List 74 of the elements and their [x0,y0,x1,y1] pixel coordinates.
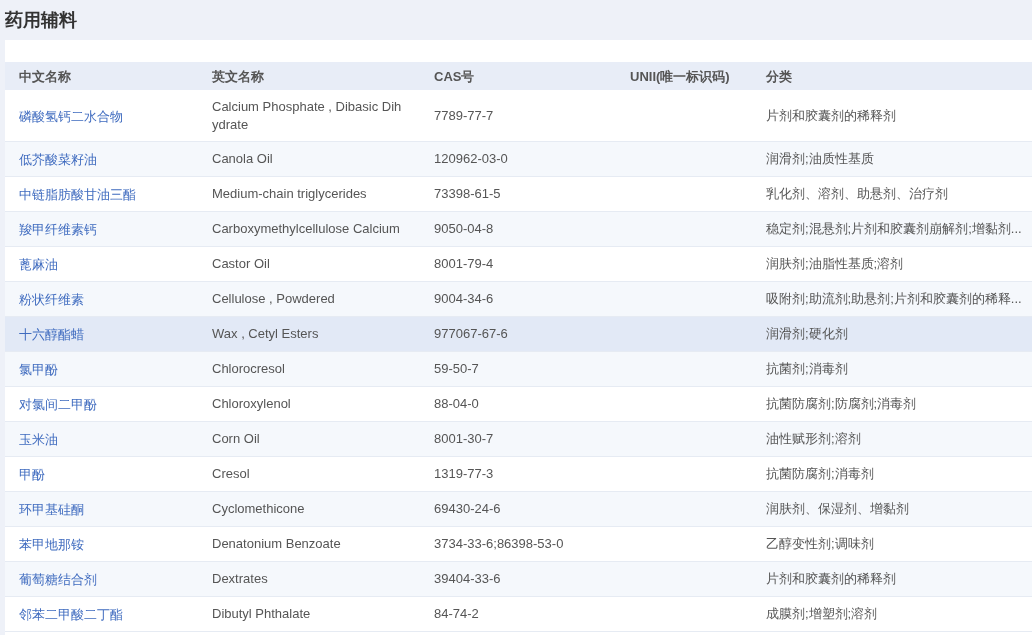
name-link[interactable]: 蓖麻油 [19,257,58,272]
table-cell-text: 8001-30-7 [434,430,495,448]
name-link[interactable]: 环甲基硅酮 [19,502,84,517]
table-cell-text: 乙醇变性剂;调味剂 [766,535,875,553]
table-row[interactable]: 环甲基硅酮 Cyclomethicone 69430-24-6 润肤剂、保湿剂、增黏剂 [5,492,1032,527]
table-cell-text: 吸附剂;助流剂;助悬剂;片剂和胶囊剂的稀释... [766,290,1023,308]
name-link[interactable]: 葡萄糖结合剂 [19,572,97,587]
table-cell-text: Corn Oil [212,430,261,448]
column-header: CAS号 [434,69,475,84]
table-row[interactable]: 羧甲纤维素钙 Carboxymethylcellulose Calcium 9050-04-8 稳定剂;混悬剂;片剂和胶囊剂崩解剂;增黏剂... [5,212,1032,247]
column-header: 英文名称 [212,69,264,84]
table-cell-text: 9050-04-8 [434,220,495,238]
table-row[interactable]: 葡萄糖结合剂 Dextrates 39404-33-6 片剂和胶囊剂的稀释剂 [5,562,1032,597]
name-link[interactable]: 低芥酸菜籽油 [19,152,97,167]
table-cell-text: 84-74-2 [434,605,480,623]
name-link[interactable]: 中链脂肪酸甘油三酯 [19,187,136,202]
table-cell-text: 88-04-0 [434,395,480,413]
table-cell-text: 成膜剂;增塑剂;溶剂 [766,605,879,623]
table-cell-text: 抗菌剂;消毒剂 [766,360,849,378]
table-cell-text: Wax , Cetyl Esters [212,325,320,343]
table-cell-text: Denatonium Benzoate [212,535,342,553]
name-link[interactable]: 磷酸氢钙二水合物 [19,108,123,124]
table-cell-text: Medium-chain triglycerides [212,185,368,203]
name-link[interactable]: 玉米油 [19,432,58,447]
table-cell-text: 抗菌防腐剂;消毒剂 [766,465,875,483]
table-cell-text: 润肤剂;油脂性基质;溶剂 [766,255,905,273]
table-cell-text: 润滑剂;油质性基质 [766,150,875,168]
table-cell-text: 片剂和胶囊剂的稀释剂 [766,106,897,125]
table-cell-text: 69430-24-6 [434,500,502,518]
table-cell-text: 3734-33-6;86398-53-0 [434,535,565,553]
table-cell-text: 8001-79-4 [434,255,495,273]
table-cell-text: Canola Oil [212,150,274,168]
table-cell-text: Cyclomethicone [212,500,306,518]
table-cell-text: 7789-77-7 [434,106,495,125]
table-cell-text: 73398-61-5 [434,185,502,203]
table-cell-text: 油性赋形剂;溶剂 [766,430,862,448]
table-cell-text: Dextrates [212,570,269,588]
table-cell-text: 乳化剂、溶剂、助悬剂、治疗剂 [766,185,949,203]
name-link[interactable]: 氯甲酚 [19,362,58,377]
table-cell-text: 润滑剂;硬化剂 [766,325,849,343]
table-cell-text: 977067-67-6 [434,325,509,343]
table-row[interactable]: 氯甲酚 Chlorocresol 59-50-7 抗菌剂;消毒剂 [5,352,1032,387]
table-cell-text: Calcium Phosphate , Dibasic Dihydrate [212,97,403,134]
table-row[interactable]: 粉状纤维素 Cellulose , Powdered 9004-34-6 吸附剂;助流剂;助悬剂;片剂和胶囊剂的稀释... [5,282,1032,317]
name-link[interactable]: 十六醇酯蜡 [19,327,84,342]
table-cell-text: 9004-34-6 [434,290,495,308]
table-cell-text: Dibutyl Phthalate [212,605,312,623]
name-link[interactable]: 甲酚 [19,467,45,482]
table-cell-text: 59-50-7 [434,360,480,378]
table-row[interactable]: 低芥酸菜籽油 Canola Oil 120962-03-0 润滑剂;油质性基质 [5,142,1032,177]
table-row[interactable]: 十六醇酯蜡 Wax , Cetyl Esters 977067-67-6 润滑剂;硬化剂 [5,317,1032,352]
name-link[interactable]: 苯甲地那铵 [19,537,84,552]
table-cell-text: Cellulose , Powdered [212,290,336,308]
table-cell-text: Cresol [212,465,251,483]
table-cell-text: Carboxymethylcellulose Calcium [212,220,401,238]
name-link[interactable]: 对氯间二甲酚 [19,397,97,412]
table-cell-text: 抗菌防腐剂;防腐剂;消毒剂 [766,395,918,413]
table-row[interactable]: 玉米油 Corn Oil 8001-30-7 油性赋形剂;溶剂 [5,422,1032,457]
name-link[interactable]: 邻苯二甲酸二丁酯 [19,607,123,622]
column-header: UNII(唯一标识码) [630,69,730,84]
table-cell-text: Chlorocresol [212,360,286,378]
table-cell-text: Chloroxylenol [212,395,292,413]
table-cell-text: 润肤剂、保湿剂、增黏剂 [766,500,910,518]
table-cell-text: Castor Oil [212,255,271,273]
page-title: 药用辅料 [5,8,77,32]
name-link[interactable]: 羧甲纤维素钙 [19,222,97,237]
table-cell-text: 稳定剂;混悬剂;片剂和胶囊剂崩解剂;增黏剂... [766,220,1023,238]
column-header: 中文名称 [19,69,71,84]
column-header: 分类 [766,69,792,84]
name-link[interactable]: 粉状纤维素 [19,292,84,307]
table-cell-text: 120962-03-0 [434,150,509,168]
table-cell-text: 1319-77-3 [434,465,495,483]
table-cell-text: 片剂和胶囊剂的稀释剂 [766,570,897,588]
table-cell-text: 39404-33-6 [434,570,502,588]
